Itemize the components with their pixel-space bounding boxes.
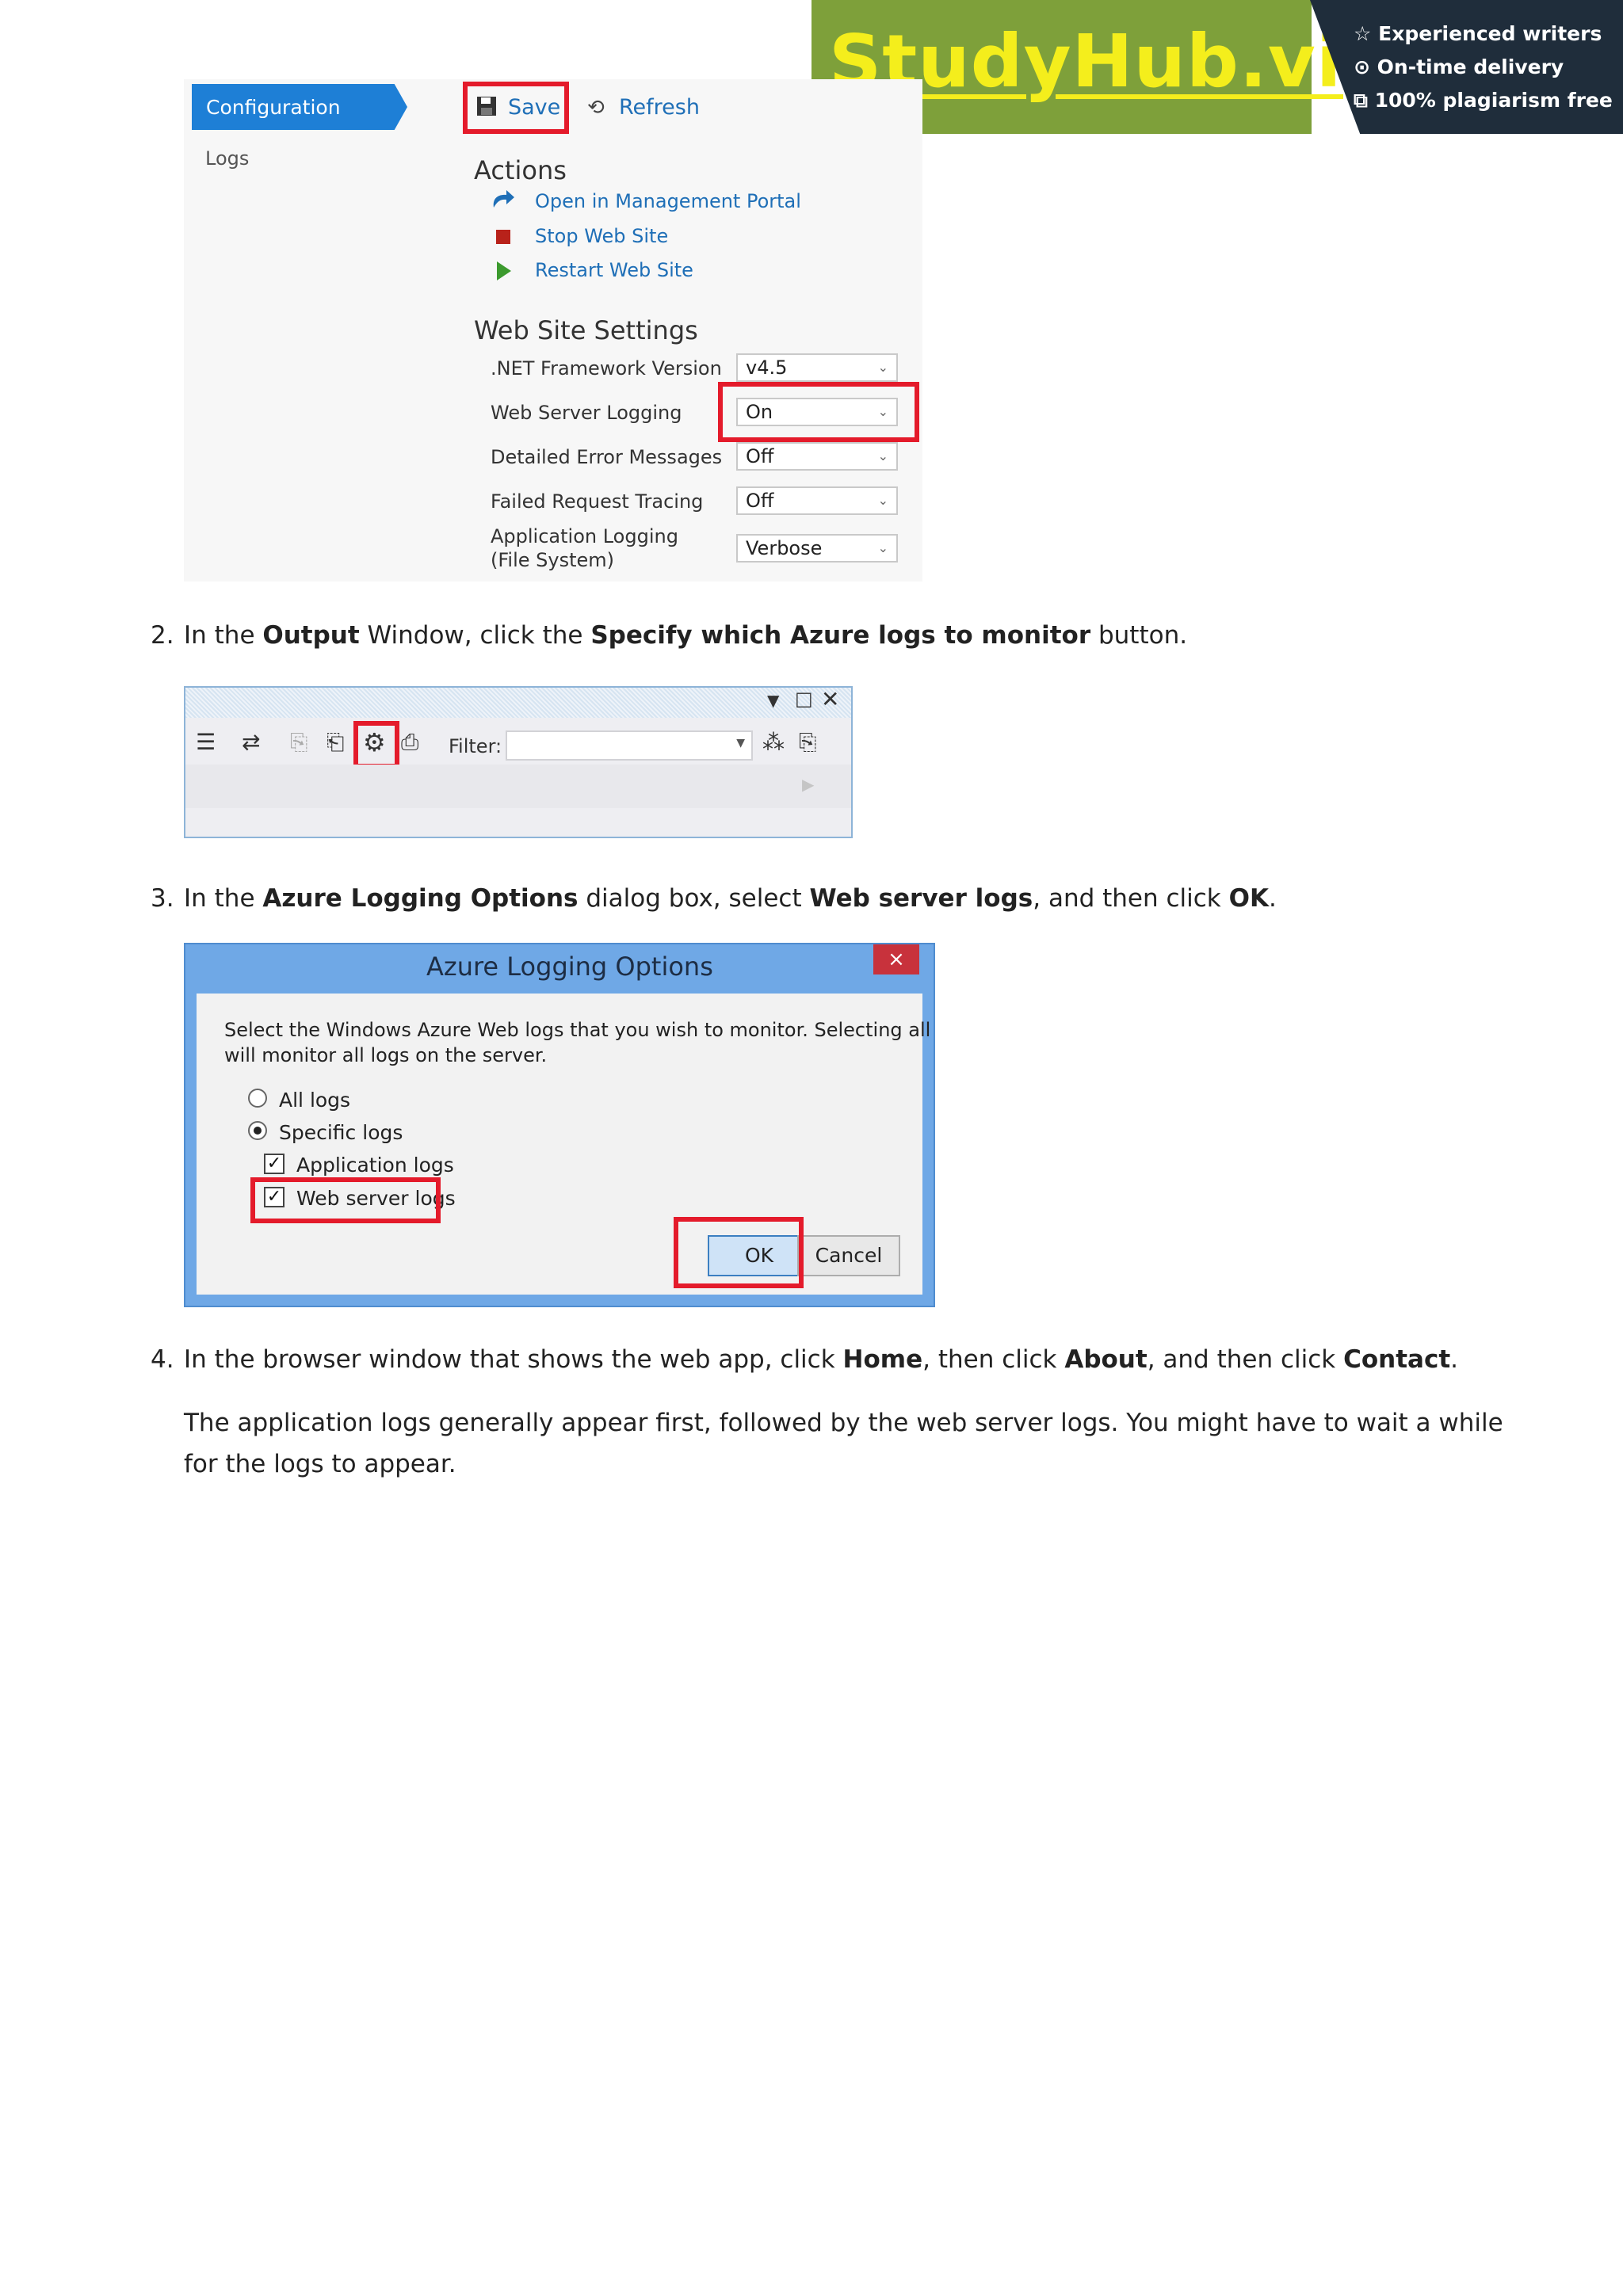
- web-server-logging-label: Web Server Logging: [491, 402, 682, 424]
- detailed-error-messages-select[interactable]: Off ⌄: [736, 442, 898, 471]
- cancel-button[interactable]: Cancel: [797, 1235, 900, 1276]
- banner-feature-writers: ☆ Experienced writers: [1354, 22, 1602, 45]
- output-window-content: [185, 765, 851, 808]
- refresh-icon: ⟲: [587, 96, 605, 120]
- chevron-down-icon: ⌄: [877, 360, 888, 375]
- stop-square-icon: [496, 230, 510, 244]
- closing-paragraph-line2: for the logs to appear.: [184, 1450, 456, 1478]
- highlight-save: [463, 82, 569, 134]
- application-logs-checkbox[interactable]: ✓: [264, 1154, 285, 1174]
- web-site-settings-heading: Web Site Settings: [474, 315, 698, 345]
- net-framework-select[interactable]: v4.5 ⌄: [736, 353, 898, 382]
- all-logs-label[interactable]: All logs: [279, 1089, 350, 1112]
- step-2-text: 2. In the Output Window, click the Specif…: [151, 621, 1188, 650]
- copy-icon: ⧉: [1354, 89, 1368, 112]
- stop-web-site-link[interactable]: Stop Web Site: [535, 225, 668, 247]
- scroll-right-icon[interactable]: ▶: [802, 775, 814, 794]
- nav-logs-item[interactable]: Logs: [205, 147, 249, 170]
- open-management-portal-link[interactable]: Open in Management Portal: [535, 190, 801, 212]
- clear-all-icon[interactable]: ☰: [196, 729, 216, 755]
- actions-heading: Actions: [474, 155, 567, 185]
- specific-logs-label[interactable]: Specific logs: [279, 1121, 403, 1144]
- highlight-web-server-logs: [250, 1177, 441, 1223]
- close-icon[interactable]: ×: [873, 944, 919, 974]
- close-icon[interactable]: ✕: [821, 686, 839, 712]
- chevron-down-icon: ⌄: [877, 448, 888, 463]
- export-log-icon[interactable]: ⎗: [327, 729, 344, 756]
- restart-web-site-link[interactable]: Restart Web Site: [535, 259, 693, 281]
- star-icon: ☆: [1354, 22, 1372, 45]
- refresh-button[interactable]: Refresh: [619, 95, 700, 120]
- step-3-text: 3. In the Azure Logging Options dialog bo…: [151, 884, 1277, 913]
- clock-icon: ⊙: [1354, 55, 1370, 78]
- play-triangle-icon: [497, 261, 511, 284]
- closing-paragraph-line1: The application logs generally appear fi…: [184, 1409, 1503, 1437]
- sparkle-icon[interactable]: ⁂: [762, 729, 785, 755]
- filter-input[interactable]: ▼: [506, 730, 753, 761]
- maximize-icon[interactable]: □: [795, 688, 813, 710]
- application-logs-label[interactable]: Application logs: [296, 1154, 454, 1177]
- application-logging-select[interactable]: Verbose ⌄: [736, 534, 898, 563]
- dialog-description-line1: Select the Windows Azure Web logs that y…: [224, 1019, 931, 1041]
- highlight-web-server-logging: [718, 382, 919, 442]
- nav-configuration-label: Configuration: [206, 96, 341, 119]
- all-logs-radio[interactable]: [248, 1089, 267, 1108]
- dropdown-arrow-icon[interactable]: ▼: [767, 691, 779, 710]
- chevron-down-icon: ⌄: [877, 540, 888, 555]
- copy-disabled-icon[interactable]: ⎘: [290, 729, 307, 756]
- detailed-error-messages-label: Detailed Error Messages: [491, 446, 723, 468]
- dialog-description-line2: will monitor all logs on the server.: [224, 1044, 548, 1066]
- highlight-specify-logs-button: [353, 721, 399, 769]
- step-4-text: 4. In the browser window that shows the w…: [151, 1345, 1459, 1374]
- word-wrap-icon[interactable]: ⇄: [242, 729, 260, 755]
- dialog-title: Azure Logging Options: [426, 952, 713, 982]
- failed-request-tracing-label: Failed Request Tracing: [491, 490, 704, 513]
- application-logging-label: Application Logging (File System): [491, 525, 678, 571]
- chevron-down-icon: ⌄: [877, 493, 888, 508]
- chevron-down-icon: ▼: [736, 737, 745, 749]
- filter-label: Filter:: [449, 735, 502, 757]
- output-window-titlebar: [185, 688, 851, 718]
- arrow-redo-icon: [489, 187, 516, 214]
- failed-request-tracing-select[interactable]: Off ⌄: [736, 486, 898, 515]
- banner-feature-delivery: ⊙ On-time delivery: [1354, 55, 1564, 78]
- clear-filter-icon[interactable]: ⎘: [799, 729, 816, 756]
- net-framework-label: .NET Framework Version: [491, 357, 722, 379]
- specific-logs-radio[interactable]: [248, 1121, 267, 1140]
- highlight-ok-button: [674, 1217, 804, 1288]
- banner-feature-plagiarism: ⧉ 100% plagiarism free: [1354, 89, 1613, 112]
- import-log-icon[interactable]: ⎙: [401, 729, 418, 756]
